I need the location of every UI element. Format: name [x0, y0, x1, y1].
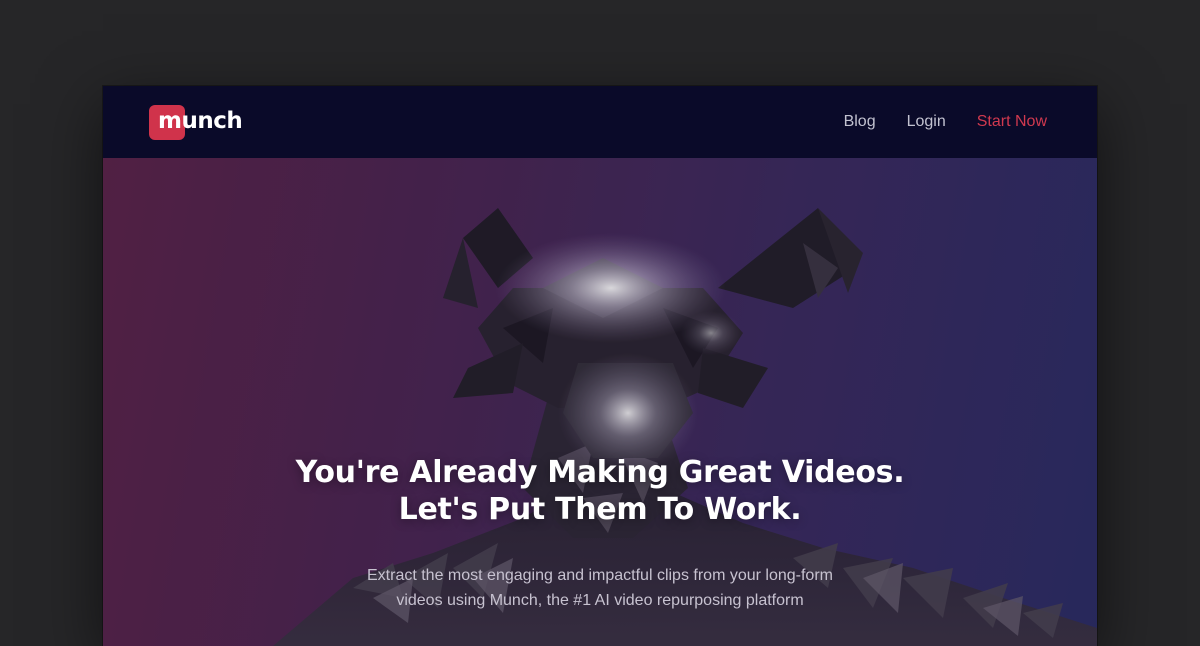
hero-subtext-line-1: Extract the most engaging and impactful …	[367, 567, 833, 584]
nav-link-blog[interactable]: Blog	[844, 113, 876, 131]
hero-subtext-line-2: videos using Munch, the #1 AI video repu…	[396, 592, 804, 609]
logo-text: munch	[158, 108, 243, 134]
nav-link-start-now[interactable]: Start Now	[977, 113, 1047, 131]
hero-headline-line-1: You're Already Making Great Videos.	[295, 455, 905, 490]
browser-frame: munch Blog Login Start Now You're Alread…	[103, 86, 1097, 646]
hero-headline: You're Already Making Great Videos. Let'…	[103, 454, 1097, 528]
nav-link-login[interactable]: Login	[907, 113, 946, 131]
hero-headline-line-2: Let's Put Them To Work.	[398, 492, 802, 527]
navbar: munch Blog Login Start Now	[103, 86, 1097, 158]
nav-links: Blog Login Start Now	[813, 86, 1047, 158]
hero-section: You're Already Making Great Videos. Let'…	[103, 158, 1097, 646]
hero-subtext: Extract the most engaging and impactful …	[103, 563, 1097, 613]
